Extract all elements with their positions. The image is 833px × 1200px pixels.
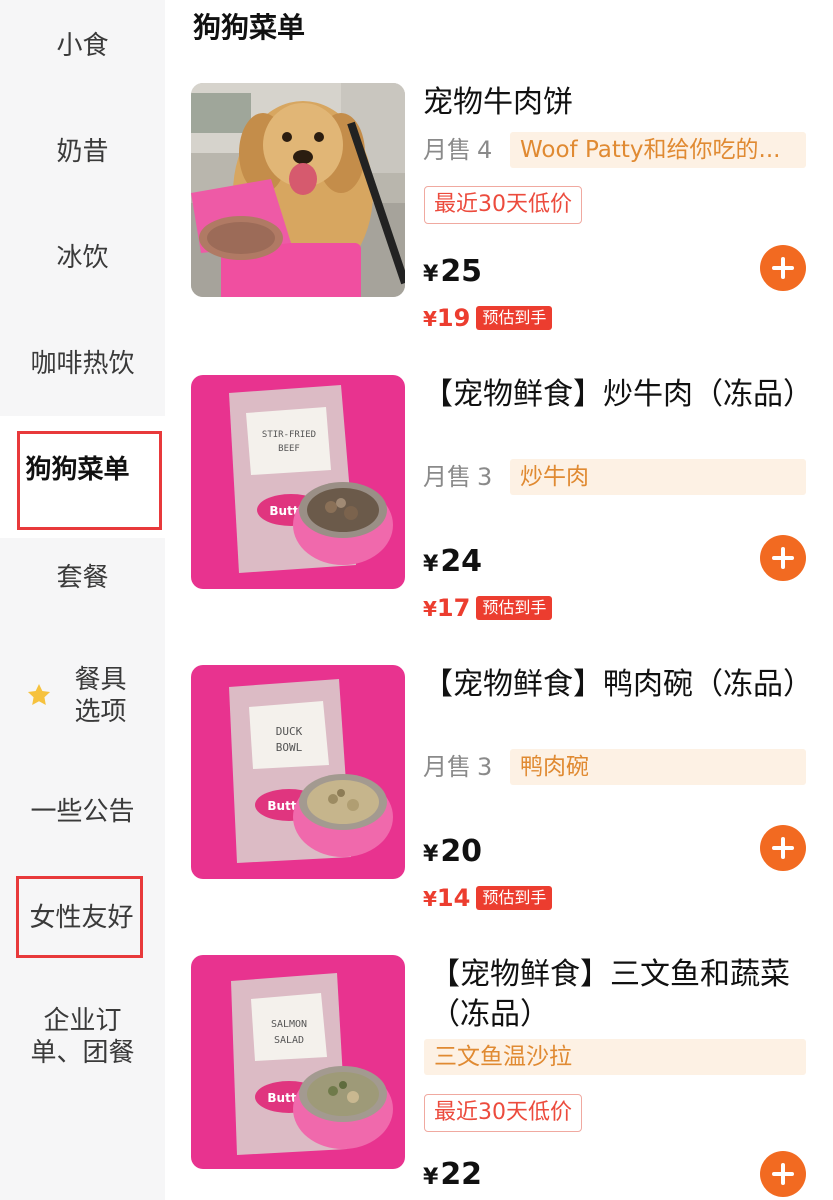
price-value: 25 <box>440 254 483 289</box>
product-description: 鸭肉碗 <box>510 749 806 785</box>
currency-symbol: ¥ <box>423 842 439 867</box>
currency-symbol: ¥ <box>423 552 439 577</box>
svg-text:DUCK: DUCK <box>276 725 303 738</box>
product-price: ¥25 <box>423 254 482 293</box>
low-price-tag: 最近30天低价 <box>424 186 582 224</box>
monthly-sales: 月售 4 <box>423 132 492 168</box>
estimated-badge: 预估到手 <box>476 306 553 330</box>
estimated-price: ¥19 <box>423 304 470 333</box>
product-name[interactable]: 【宠物鲜食】三文鱼和蔬菜（冻品） <box>430 955 820 1035</box>
product-card[interactable]: SALMON SALAD Butter 【宠物鲜食】三文鱼和蔬菜（冻品） 三文鱼… <box>0 955 833 1200</box>
svg-text:STIR-FRIED: STIR-FRIED <box>262 430 316 440</box>
currency-symbol: ¥ <box>423 307 437 331</box>
product-card[interactable]: DUCK BOWL Butter 【宠物鲜食】鸭肉碗（冻品） 月售 3 鸭肉碗 ¥… <box>0 665 833 955</box>
currency-symbol: ¥ <box>423 1165 439 1190</box>
sales-count: 3 <box>477 463 493 491</box>
estimated-price-value: 17 <box>436 594 471 622</box>
add-to-cart-button[interactable] <box>760 825 806 871</box>
monthly-sales: 月售 3 <box>423 459 492 495</box>
sales-label: 月售 <box>423 753 471 781</box>
product-name[interactable]: 宠物牛肉饼 <box>423 83 813 123</box>
product-image-dog-photo[interactable] <box>191 83 405 297</box>
add-to-cart-button[interactable] <box>760 535 806 581</box>
svg-text:BOWL: BOWL <box>276 741 303 754</box>
product-image-salmon-package[interactable]: SALMON SALAD Butter <box>191 955 405 1169</box>
currency-symbol: ¥ <box>423 597 437 621</box>
product-description: 炒牛肉 <box>510 459 806 495</box>
sales-label: 月售 <box>423 463 471 491</box>
estimated-price-value: 19 <box>436 304 471 332</box>
section-title: 狗狗菜单 <box>193 11 306 44</box>
product-price: ¥24 <box>423 544 482 583</box>
product-image-beef-package[interactable]: STIR-FRIED BEEF Butter <box>191 375 405 589</box>
product-card[interactable]: STIR-FRIED BEEF Butter 【宠物鲜食】炒牛肉（冻品） 月售 3… <box>0 375 833 665</box>
estimated-badge: 预估到手 <box>476 886 553 910</box>
product-description: Woof Patty和给你吃的... <box>510 132 806 168</box>
price-value: 22 <box>440 1157 483 1192</box>
currency-symbol: ¥ <box>423 887 437 911</box>
estimated-price: ¥17 <box>423 594 470 623</box>
svg-text:SALMON: SALMON <box>271 1019 307 1030</box>
product-name[interactable]: 【宠物鲜食】鸭肉碗（冻品） <box>423 665 813 705</box>
low-price-tag: 最近30天低价 <box>424 1094 582 1132</box>
product-description: 三文鱼温沙拉 <box>424 1039 806 1075</box>
add-to-cart-button[interactable] <box>760 245 806 291</box>
product-price: ¥22 <box>423 1157 482 1196</box>
svg-text:SALAD: SALAD <box>274 1035 304 1046</box>
estimated-price: ¥14 <box>423 884 470 913</box>
product-price: ¥20 <box>423 834 482 873</box>
product-card[interactable]: 宠物牛肉饼 月售 4 Woof Patty和给你吃的... 最近30天低价 ¥25… <box>0 83 833 373</box>
estimated-price-row: ¥19 预估到手 <box>423 304 553 333</box>
sales-count: 3 <box>477 753 493 781</box>
product-image-duck-package[interactable]: DUCK BOWL Butter <box>191 665 405 879</box>
monthly-sales: 月售 3 <box>423 749 492 785</box>
sidebar-item-snacks[interactable]: 小食 <box>0 29 165 63</box>
sales-label: 月售 <box>423 136 471 164</box>
add-to-cart-button[interactable] <box>760 1151 806 1197</box>
price-value: 20 <box>440 834 483 869</box>
sales-count: 4 <box>477 136 493 164</box>
currency-symbol: ¥ <box>423 262 439 287</box>
product-name[interactable]: 【宠物鲜食】炒牛肉（冻品） <box>423 375 813 415</box>
svg-text:BEEF: BEEF <box>278 444 300 454</box>
estimated-price-row: ¥17 预估到手 <box>423 594 553 623</box>
price-value: 24 <box>440 544 483 579</box>
estimated-price-value: 14 <box>436 884 471 912</box>
estimated-price-row: ¥14 预估到手 <box>423 884 553 913</box>
estimated-badge: 预估到手 <box>476 596 553 620</box>
